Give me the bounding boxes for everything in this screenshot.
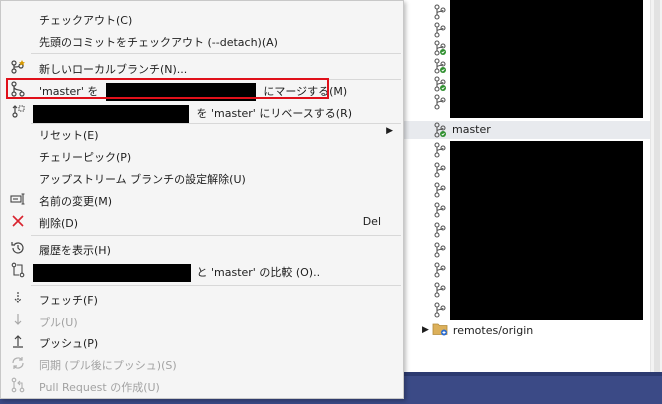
menu-label-compare: と 'master' の比較 (O).. <box>33 264 320 282</box>
rebase-icon <box>9 103 27 119</box>
menu-item-new-branch[interactable]: 新しいローカルブランチ(N)... <box>1 57 403 78</box>
menu-label-reset: リセット(E) <box>39 129 99 142</box>
branch-icon <box>434 282 446 298</box>
menu-separator <box>31 235 401 236</box>
compare-icon <box>9 262 27 278</box>
branch-icon <box>434 302 446 318</box>
submenu-arrow-icon: ▶ <box>386 126 393 136</box>
sync-icon <box>9 355 27 371</box>
menu-label-pull: プル(U) <box>39 316 78 329</box>
branch-icon <box>434 202 446 218</box>
menu-item-checkout-detach[interactable]: 先頭のコミットをチェックアウト (--detach)(A) <box>1 30 403 51</box>
highlight-annotation-box <box>6 78 329 99</box>
remotes-origin-label: remotes/origin <box>452 323 534 337</box>
branch-label-master[interactable]: master <box>452 123 491 136</box>
branch-icon <box>434 262 446 278</box>
remotes-origin-row[interactable]: ▶ remotes/origin <box>422 322 533 338</box>
branch-icon <box>434 40 446 56</box>
new-branch-icon <box>9 59 27 75</box>
menu-label-new-branch: 新しいローカルブランチ(N)... <box>39 63 188 76</box>
redacted-branch-name <box>33 105 189 123</box>
branch-icon <box>434 58 446 74</box>
scrollbar-thumb[interactable] <box>654 0 660 372</box>
expand-arrow-icon[interactable]: ▶ <box>422 325 429 335</box>
branch-icon <box>434 162 446 178</box>
compare-label-suffix: と 'master' の比較 (O).. <box>196 266 321 279</box>
branch-icon <box>434 222 446 238</box>
menu-label-pull-request: Pull Request の作成(U) <box>39 381 160 394</box>
menu-label-history: 履歴を表示(H) <box>39 244 111 257</box>
menu-item-unset-upstream[interactable]: アップストリーム ブランチの設定解除(U) <box>1 167 403 188</box>
menu-label-unset-upstream: アップストリーム ブランチの設定解除(U) <box>39 173 246 186</box>
menu-label-rebase: を 'master' にリベースする(R) <box>33 105 352 123</box>
menu-label-fetch: フェッチ(F) <box>39 294 98 307</box>
menu-item-pull-request[interactable]: Pull Request の作成(U) <box>1 375 403 396</box>
branch-icon <box>434 94 446 110</box>
menu-item-sync[interactable]: 同期 (プル後にプッシュ)(S) <box>1 353 403 374</box>
menu-label-sync: 同期 (プル後にプッシュ)(S) <box>39 359 177 372</box>
tree-scrollbar[interactable] <box>650 0 662 372</box>
history-icon <box>9 240 27 256</box>
redacted-area-top <box>450 0 643 118</box>
pull-icon <box>9 312 27 328</box>
redacted-branch-name <box>33 264 191 282</box>
branch-icon <box>434 182 446 198</box>
redacted-area-bottom <box>450 141 643 320</box>
branch-icon <box>434 122 446 138</box>
menu-label-cherry-pick: チェリーピック(P) <box>39 151 132 164</box>
menu-separator <box>31 285 401 286</box>
branch-icon <box>434 22 446 38</box>
menu-item-cherry-pick[interactable]: チェリーピック(P) <box>1 145 403 166</box>
branch-icon <box>434 142 446 158</box>
pull-request-icon <box>9 377 27 393</box>
folder-icon <box>432 322 448 339</box>
branch-icon <box>434 4 446 20</box>
push-icon <box>9 333 27 349</box>
menu-item-delete[interactable]: 削除(D) Del <box>1 211 403 232</box>
rename-icon <box>9 191 27 207</box>
menu-label-push: プッシュ(P) <box>39 337 99 350</box>
menu-item-rebase[interactable]: を 'master' にリベースする(R) <box>1 101 403 123</box>
fetch-icon <box>9 290 27 306</box>
menu-item-fetch[interactable]: フェッチ(F) <box>1 288 403 309</box>
menu-item-rename[interactable]: 名前の変更(M) <box>1 189 403 210</box>
menu-label-delete: 削除(D) <box>39 217 79 230</box>
rebase-label-suffix: を 'master' にリベースする(R) <box>196 107 353 120</box>
menu-item-checkout[interactable]: チェックアウト(C) <box>1 8 403 29</box>
branch-context-menu: チェックアウト(C) 先頭のコミットをチェックアウト (--detach)(A)… <box>0 0 404 399</box>
menu-label-checkout-detach: 先頭のコミットをチェックアウト (--detach)(A) <box>39 36 278 49</box>
menu-label-rename: 名前の変更(M) <box>39 195 113 208</box>
branch-icon <box>434 242 446 258</box>
branch-icon <box>434 76 446 92</box>
menu-item-history[interactable]: 履歴を表示(H) <box>1 238 403 259</box>
menu-item-pull[interactable]: プル(U) <box>1 310 403 331</box>
delete-icon <box>9 213 27 229</box>
menu-item-push[interactable]: プッシュ(P) <box>1 331 403 352</box>
menu-separator <box>31 53 401 54</box>
menu-item-compare[interactable]: と 'master' の比較 (O).. <box>1 260 403 282</box>
menu-shortcut-delete: Del <box>362 215 381 228</box>
branch-icon-column <box>432 0 448 330</box>
menu-item-reset[interactable]: リセット(E) ▶ <box>1 123 403 144</box>
menu-label-checkout: チェックアウト(C) <box>39 14 133 27</box>
